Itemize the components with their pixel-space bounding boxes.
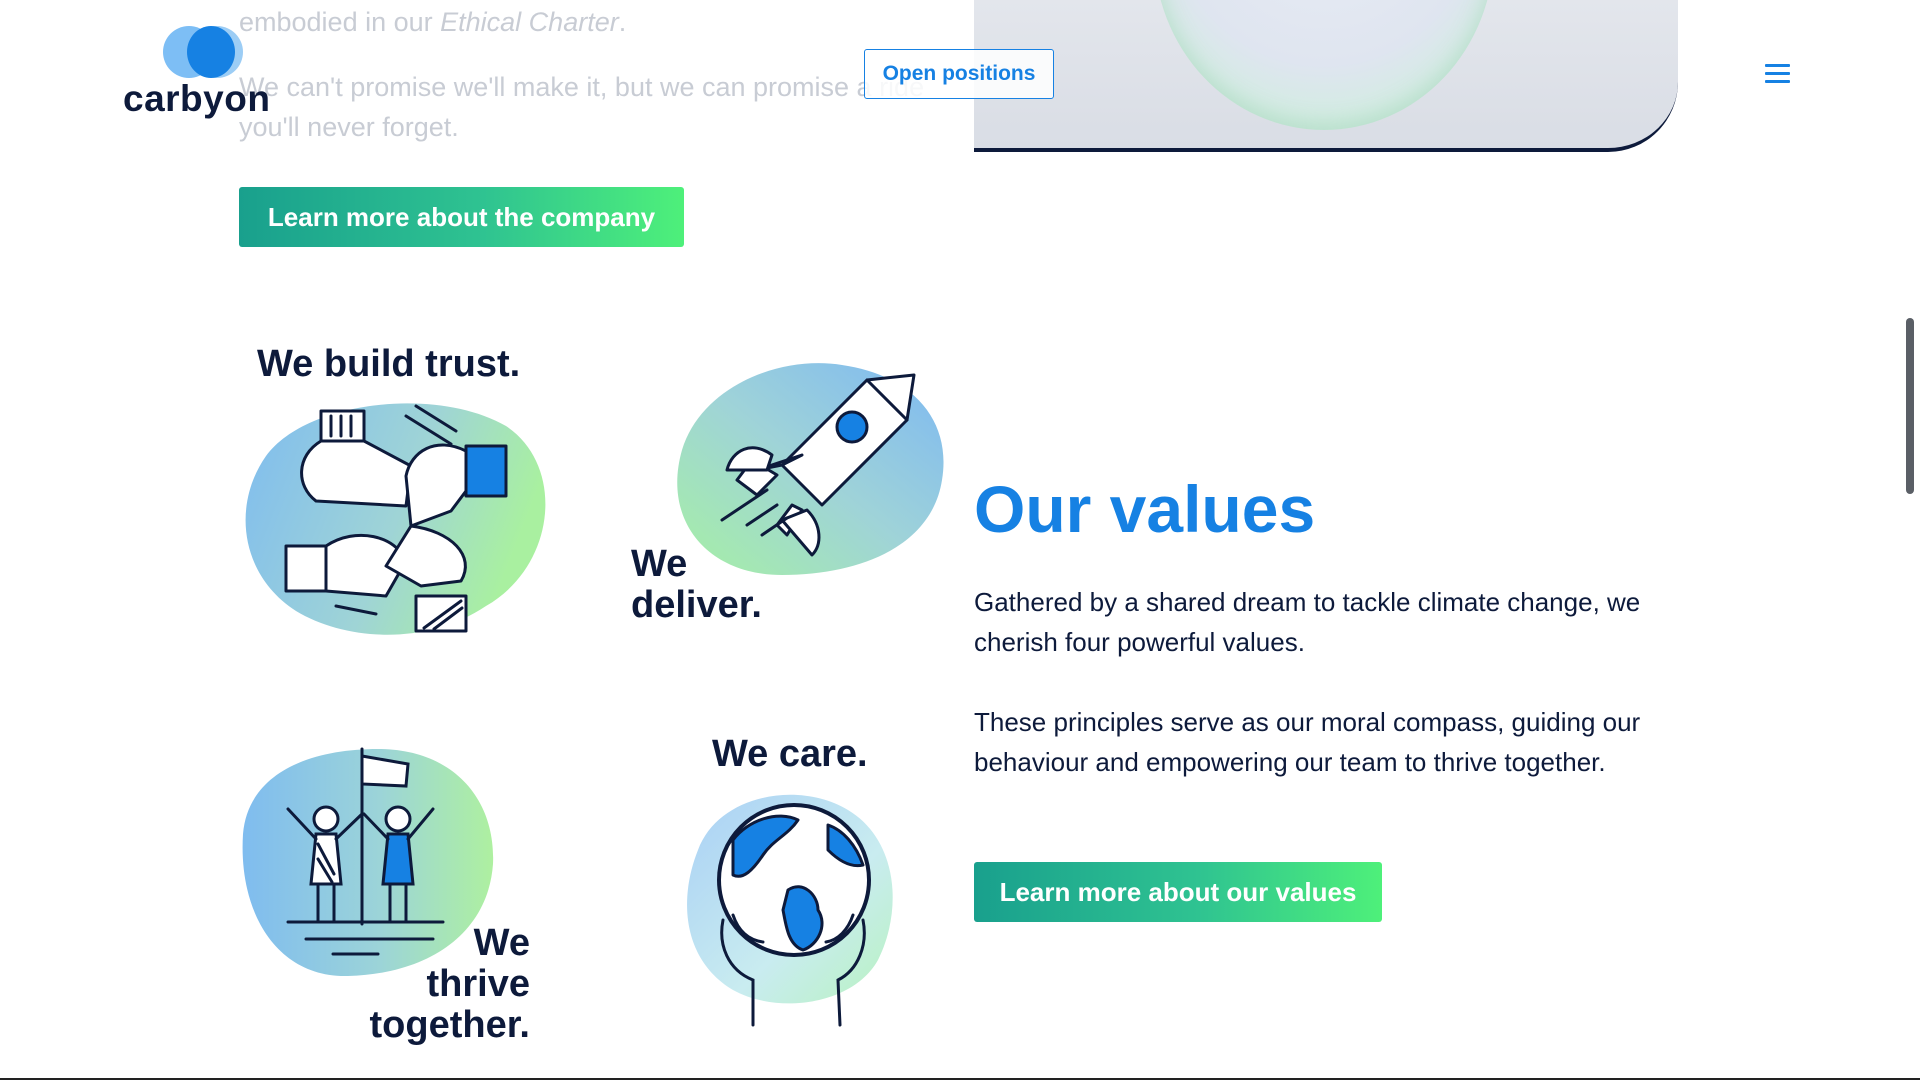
page: embodied in our Ethical Charter. We can'… [0, 0, 1920, 1080]
page-scrollbar[interactable] [1906, 318, 1914, 494]
learn-more-company-button[interactable]: Learn more about the company [239, 187, 684, 247]
value-caption-deliver: We deliver. [631, 543, 762, 626]
bubble-image [1154, 0, 1494, 130]
intro-text: embodied in our Ethical Charter. We can'… [239, 2, 939, 172]
open-positions-button[interactable]: Open positions [864, 49, 1054, 99]
learn-more-values-button[interactable]: Learn more about our values [974, 862, 1382, 922]
hero-image [974, 0, 1678, 152]
values-paragraph-2: These principles serve as our moral comp… [974, 707, 1641, 777]
globe-in-hands-icon [687, 794, 893, 1027]
value-caption-care: We care. [712, 733, 868, 775]
values-title: Our values [974, 472, 1316, 546]
values-paragraph-1: Gathered by a shared dream to tackle cli… [974, 587, 1641, 657]
intro-line-1: embodied in our Ethical Charter. [239, 7, 627, 37]
carbyon-logo[interactable]: carbyon [123, 26, 270, 121]
logo-wordmark: carbyon [123, 78, 271, 119]
value-caption-thrive: We thrive together. [369, 922, 530, 1046]
ethical-charter-link[interactable]: Ethical Charter [440, 7, 619, 37]
hamburger-menu-icon[interactable] [1765, 64, 1790, 84]
hands-trust-icon [245, 403, 546, 635]
intro-line-2: We can't promise we'll make it, but we c… [239, 72, 925, 142]
value-caption-trust: We build trust. [257, 343, 521, 385]
logo-mark-icon [143, 26, 243, 78]
